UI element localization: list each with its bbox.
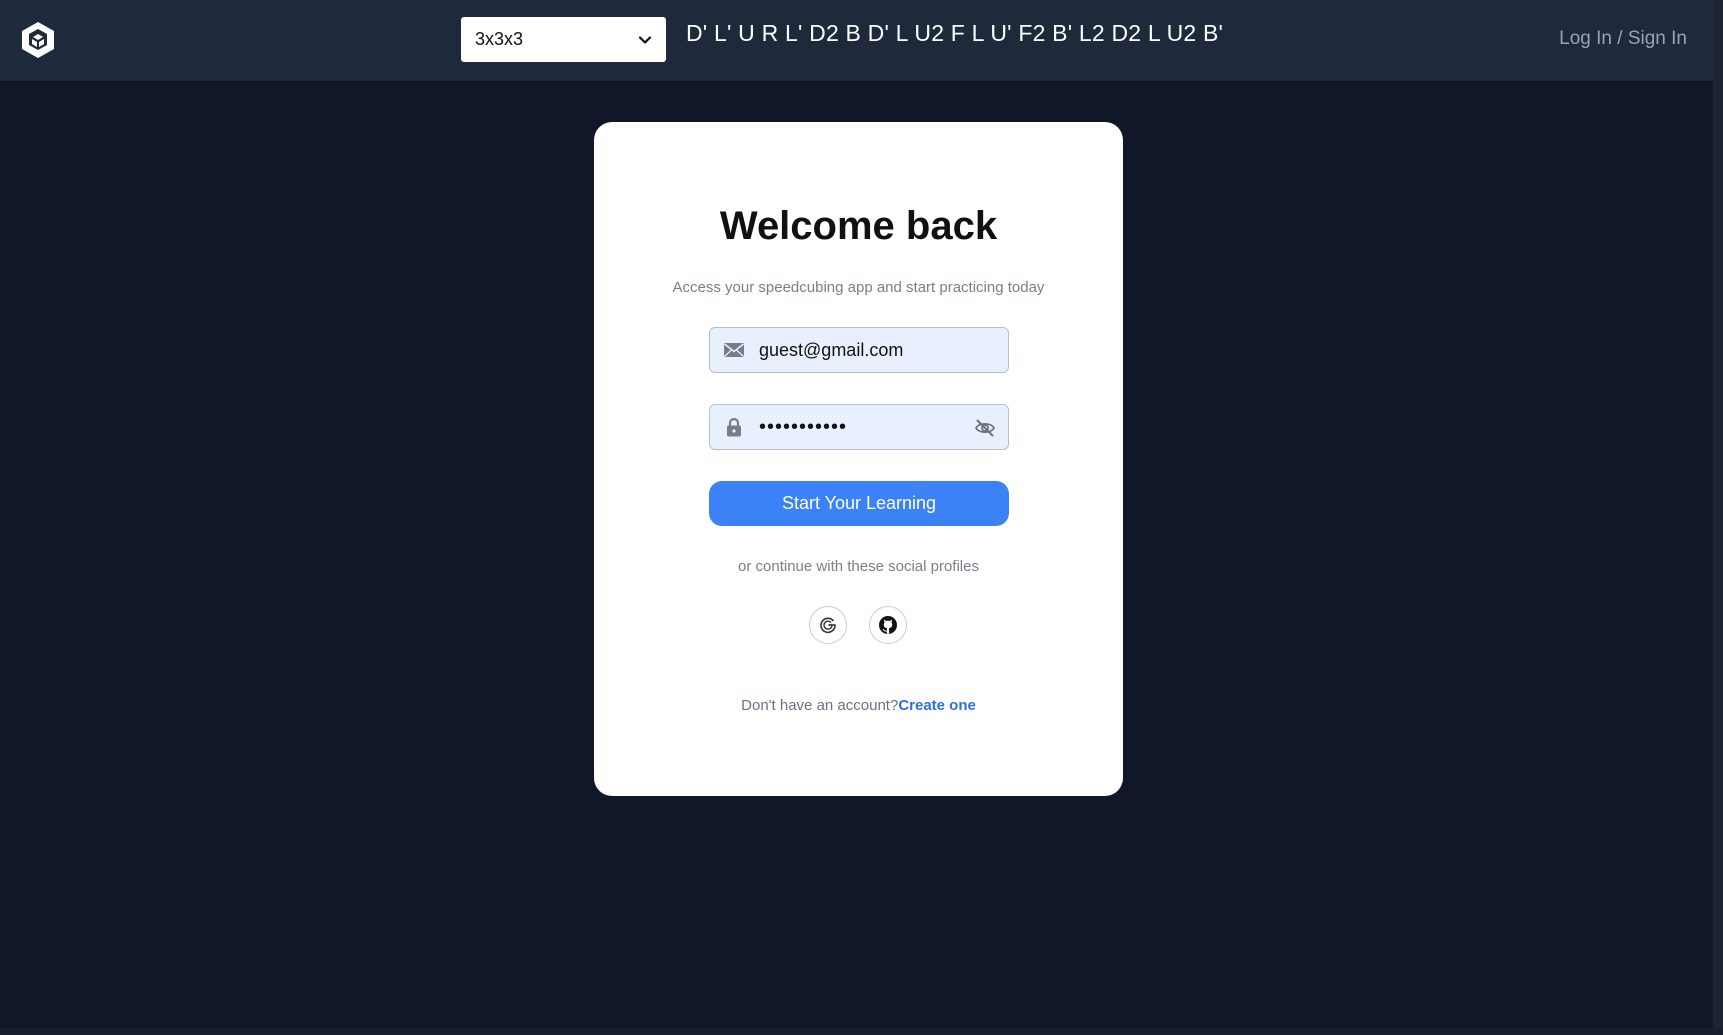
cube-logo-icon[interactable]: [20, 20, 56, 60]
scramble-sequence: D' L' U R L' D2 B D' L U2 F L U' F2 B' L…: [686, 20, 1224, 46]
start-learning-button[interactable]: Start Your Learning: [709, 481, 1009, 526]
email-input[interactable]: [759, 328, 959, 372]
social-caption: or continue with these social profiles: [738, 558, 979, 575]
email-field[interactable]: [709, 327, 1009, 373]
page: 3x3x3 D' L' U R L' D2 B D' L U2 F L U' F…: [0, 0, 1723, 1035]
signup-prompt: Don't have an account?Create one: [594, 697, 1123, 714]
google-login-button[interactable]: [809, 606, 847, 644]
login-signin-link[interactable]: Log In / Sign In: [1559, 28, 1687, 50]
scrollbar[interactable]: [1713, 0, 1723, 1035]
lock-icon: [727, 417, 741, 437]
top-navbar: 3x3x3 D' L' U R L' D2 B D' L U2 F L U' F…: [0, 0, 1713, 81]
github-login-button[interactable]: [869, 606, 907, 644]
puzzle-type-value: 3x3x3: [475, 29, 524, 49]
page-title: Welcome back: [719, 204, 998, 248]
eye-off-icon[interactable]: [974, 417, 996, 439]
create-account-link[interactable]: Create one: [898, 697, 976, 714]
signup-prompt-text: Don't have an account?: [741, 697, 899, 714]
password-field[interactable]: [709, 404, 1009, 450]
login-card: Welcome back Access your speedcubing app…: [594, 122, 1123, 796]
google-icon: [820, 617, 836, 634]
chevron-down-icon: [638, 35, 652, 44]
github-icon: [879, 616, 897, 634]
envelope-icon: [724, 343, 744, 357]
bottom-edge: [0, 1028, 1723, 1035]
page-subtitle: Access your speedcubing app and start pr…: [672, 279, 1045, 296]
password-input[interactable]: [759, 405, 959, 449]
puzzle-type-select[interactable]: 3x3x3: [461, 17, 666, 62]
